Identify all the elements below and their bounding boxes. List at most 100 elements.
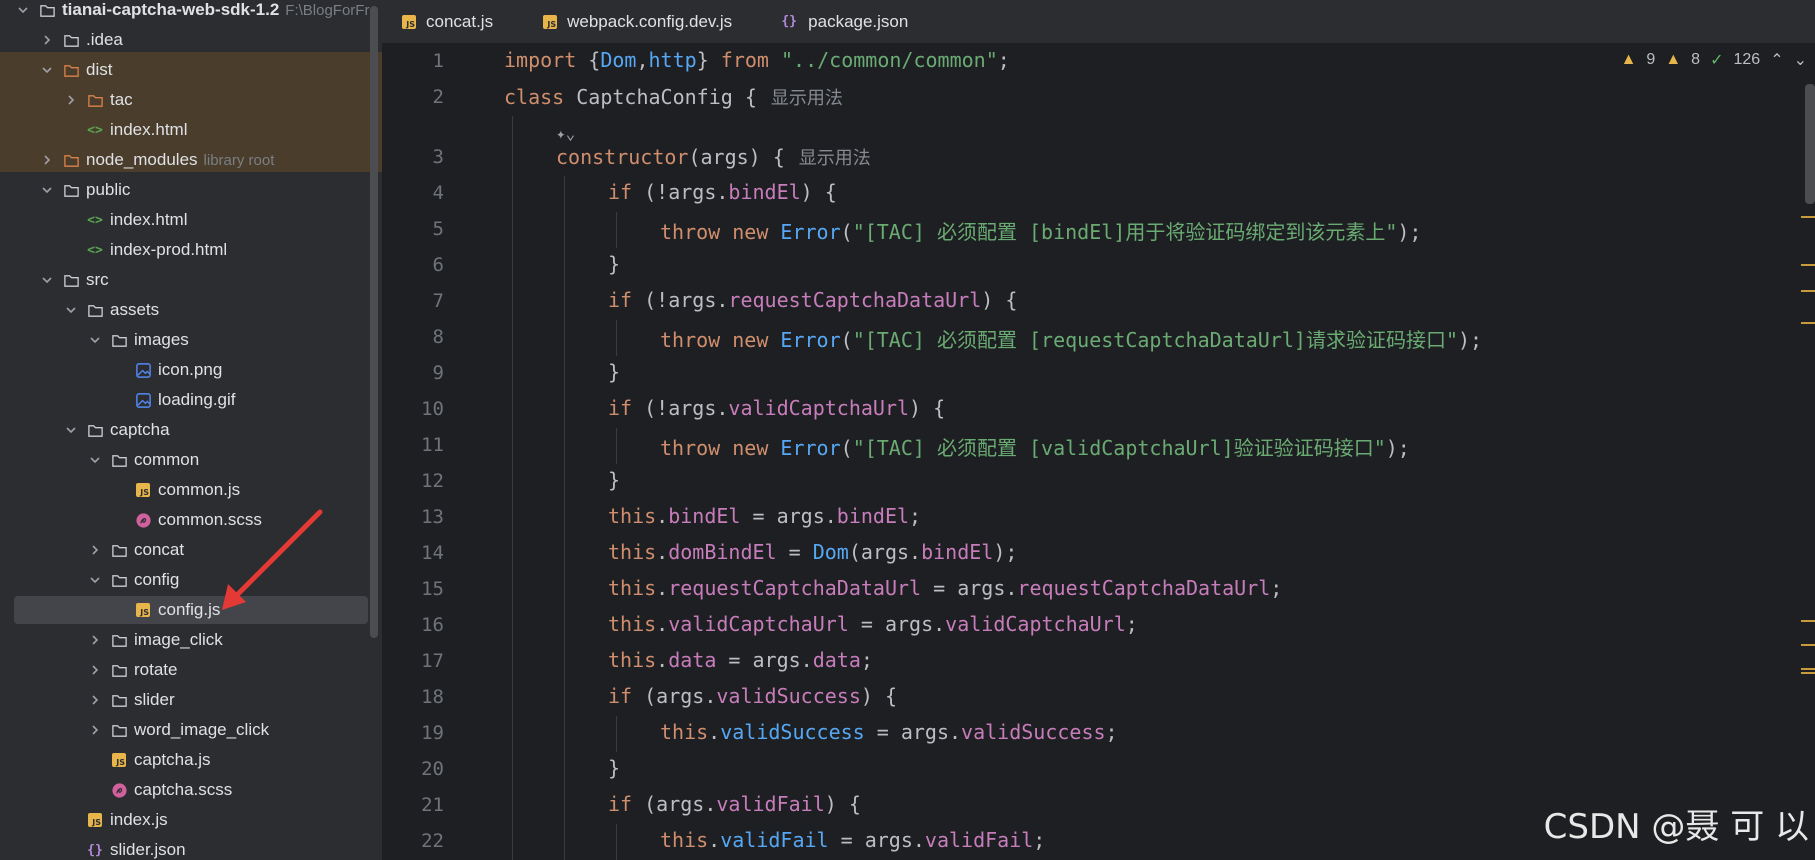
tree-item[interactable]: image_click — [0, 625, 382, 655]
tree-item-label: loading.gif — [158, 390, 236, 409]
line-number: 3 — [432, 146, 444, 168]
line-number: 6 — [432, 254, 444, 276]
warning-marker[interactable] — [1801, 290, 1815, 292]
chevron-down-icon[interactable] — [38, 61, 56, 79]
tree-item[interactable]: captcha — [0, 415, 382, 445]
tree-item[interactable]: JS captcha.js — [0, 745, 382, 775]
code-line: if (!args.bindEl) { — [608, 180, 837, 204]
tree-item[interactable]: <> index.html — [0, 205, 382, 235]
code-line: this.validCaptchaUrl = args.validCaptcha… — [608, 612, 1138, 636]
code-token: ) { — [909, 396, 946, 420]
tree-item[interactable]: src — [0, 265, 382, 295]
chevron-down-icon[interactable] — [62, 421, 80, 439]
editor-tab[interactable]: JS webpack.config.dev.js — [523, 0, 762, 44]
chevron-right-icon[interactable] — [38, 151, 56, 169]
inspection-widget[interactable]: ▲ 9 ▲ 8 ✓ 126 ⌃ ⌄ — [1621, 50, 1807, 70]
code-editor[interactable]: 1 import {Dom,http} from "../common/commo… — [382, 44, 1815, 860]
typo-count: 126 — [1733, 51, 1761, 68]
editor-tab[interactable]: JS concat.js — [382, 0, 523, 44]
line-number: 1 — [432, 50, 444, 72]
chevron-right-icon[interactable] — [86, 691, 104, 709]
line-number: 2 — [432, 86, 444, 108]
tree-item[interactable]: {} slider.json — [0, 835, 382, 860]
chevron-right-icon[interactable] — [86, 541, 104, 559]
code-line: } — [608, 252, 620, 276]
tree-scrollbar[interactable] — [370, 6, 378, 638]
code-token: class — [504, 85, 565, 109]
editor-scrollbar[interactable] — [1805, 84, 1815, 204]
folder-icon — [62, 181, 80, 199]
code-token: bindEl — [921, 540, 994, 564]
chevron-down-icon[interactable] — [62, 301, 80, 319]
tree-item-label: captcha.scss — [134, 780, 233, 799]
tree-item[interactable]: images — [0, 325, 382, 355]
watermark: CSDN @聂 可 以 — [1543, 807, 1809, 847]
tree-item-label: tac — [110, 90, 133, 109]
indent-guide — [512, 116, 513, 860]
tree-item[interactable]: tac — [0, 85, 382, 115]
tree-item[interactable]: node_modules library root — [0, 145, 382, 175]
image-file-icon — [134, 391, 152, 409]
chevron-down-icon[interactable]: ⌄ — [1794, 50, 1807, 70]
warning-marker[interactable] — [1801, 668, 1815, 670]
code-line: this.bindEl = args.bindEl; — [608, 504, 921, 528]
code-vision-hint[interactable]: ✦⌄ — [556, 120, 575, 144]
indent-guide — [564, 176, 565, 860]
tree-item[interactable]: <> index-prod.html — [0, 235, 382, 265]
warning-marker[interactable] — [1801, 264, 1815, 266]
warning-marker[interactable] — [1801, 620, 1815, 622]
line-number: 19 — [421, 722, 444, 744]
tree-item-label: dist — [86, 60, 113, 79]
chevron-right-icon[interactable] — [86, 661, 104, 679]
tree-item[interactable]: JS index.js — [0, 805, 382, 835]
tree-item[interactable]: rotate — [0, 655, 382, 685]
chevron-down-icon[interactable] — [38, 181, 56, 199]
tree-item[interactable]: slider — [0, 685, 382, 715]
code-token: validCaptchaUrl — [945, 612, 1126, 636]
folder-icon — [110, 451, 128, 469]
code-token: this — [608, 504, 657, 528]
chevron-down-icon[interactable] — [38, 271, 56, 289]
project-tree: tianai-captcha-web-sdk-1.2 F:\BlogForFro… — [0, 0, 382, 860]
code-token: ( — [840, 328, 853, 352]
ai-assistant-icon[interactable]: ✦⌄ — [556, 124, 575, 143]
tree-item[interactable]: captcha.scss — [0, 775, 382, 805]
code-token: . — [656, 504, 669, 528]
folder-icon — [86, 91, 104, 109]
js-file-icon: JS — [136, 603, 150, 617]
editor-tab[interactable]: {} package.json — [762, 0, 938, 44]
warning-marker[interactable] — [1801, 322, 1815, 324]
warning-marker[interactable] — [1801, 644, 1815, 646]
tree-item-label: slider.json — [110, 840, 186, 859]
warning-marker[interactable] — [1801, 672, 1815, 674]
chevron-down-icon[interactable] — [86, 571, 104, 589]
code-token: validSuccess — [720, 720, 865, 744]
chevron-right-icon[interactable] — [86, 631, 104, 649]
code-token: { — [576, 48, 601, 72]
tree-item[interactable]: icon.png — [0, 355, 382, 385]
tree-item[interactable]: common — [0, 445, 382, 475]
tree-item[interactable]: word_image_click — [0, 715, 382, 745]
usages-inlay-hint[interactable]: 显示用法 — [771, 88, 843, 108]
js-file-icon: JS — [112, 753, 126, 767]
chevron-down-icon[interactable] — [86, 331, 104, 349]
usages-inlay-hint[interactable]: 显示用法 — [799, 148, 871, 168]
warning-marker[interactable] — [1801, 216, 1815, 218]
tree-item[interactable]: assets — [0, 295, 382, 325]
chevron-down-icon[interactable] — [14, 1, 32, 19]
chevron-right-icon[interactable] — [86, 721, 104, 739]
red-arrow-annotation — [222, 509, 323, 610]
folder-icon — [62, 31, 80, 49]
tree-item[interactable]: <> index.html — [0, 115, 382, 145]
tree-item[interactable]: loading.gif — [0, 385, 382, 415]
chevron-down-icon[interactable] — [86, 451, 104, 469]
tree-item[interactable]: dist — [0, 55, 382, 85]
tree-item-label: word_image_click — [134, 720, 270, 739]
chevron-right-icon[interactable] — [62, 91, 80, 109]
chevron-up-icon[interactable]: ⌃ — [1770, 50, 1783, 70]
code-token: ); — [1385, 436, 1410, 460]
tree-item[interactable]: .idea — [0, 25, 382, 55]
chevron-right-icon[interactable] — [38, 31, 56, 49]
tree-root[interactable]: tianai-captcha-web-sdk-1.2 F:\BlogForFro — [0, 0, 382, 25]
tree-item[interactable]: public — [0, 175, 382, 205]
